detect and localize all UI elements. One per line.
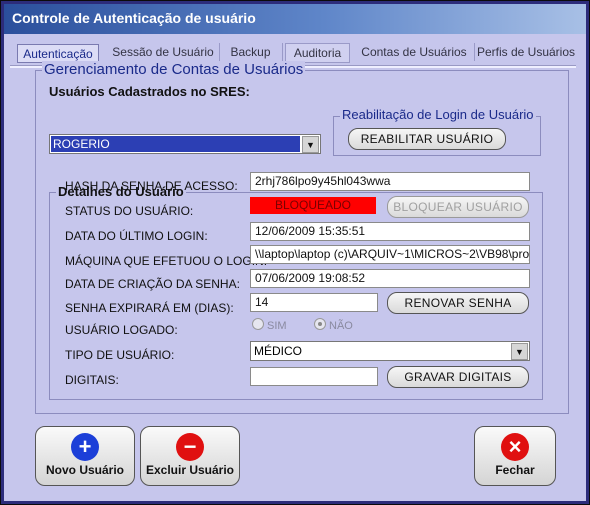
user-type-label: TIPO DE USUÁRIO:: [65, 348, 175, 362]
registered-users-label: Usuários Cadastrados no SRES:: [49, 84, 250, 99]
renew-password-button[interactable]: RENOVAR SENHA: [387, 292, 529, 314]
user-type-value: MÉDICO: [254, 344, 302, 358]
logged-no-radio[interactable]: NÃO: [314, 318, 353, 332]
last-login-field[interactable]: 12/06/2009 15:35:51: [250, 222, 530, 241]
login-machine-label: MÁQUINA QUE EFETUOU O LOGIN:: [65, 254, 268, 268]
chevron-down-icon[interactable]: ▼: [302, 136, 319, 153]
user-type-select[interactable]: MÉDICO ▼: [250, 341, 530, 361]
delete-user-button[interactable]: − Excluir Usuário: [140, 426, 240, 486]
logged-no-label: NÃO: [329, 320, 353, 332]
last-login-label: DATA DO ÚLTIMO LOGIN:: [65, 229, 208, 243]
password-created-label: DATA DE CRIAÇÃO DA SENHA:: [65, 277, 240, 291]
selected-user-value: ROGERIO: [51, 136, 300, 152]
digits-label: DIGITAIS:: [65, 373, 119, 387]
login-machine-field[interactable]: \\laptop\laptop (c)\ARQUIV~1\MICROS~2\VB…: [250, 245, 530, 264]
tab-auditoria[interactable]: Auditoria: [285, 43, 350, 63]
status-badge: BLOQUEADO: [250, 197, 376, 214]
status-label: STATUS DO USUÁRIO:: [65, 204, 194, 218]
tab-sessao-de-usuario[interactable]: Sessão de Usuário: [107, 43, 220, 61]
plus-icon: +: [71, 433, 99, 461]
block-user-button[interactable]: BLOQUEAR USUÁRIO: [387, 196, 529, 218]
login-rehab-group: Reabilitação de Login de Usuário REABILI…: [333, 107, 541, 156]
chevron-down-icon[interactable]: ▼: [511, 343, 528, 360]
new-user-label: Novo Usuário: [45, 463, 124, 477]
radio-checked-icon: [314, 318, 326, 330]
title-bar: Controle de Autenticação de usuário: [4, 4, 586, 34]
logged-yes-radio[interactable]: SIM: [252, 318, 287, 332]
tab-contas-de-usuarios[interactable]: Contas de Usuários: [354, 43, 475, 61]
new-user-button[interactable]: + Novo Usuário: [35, 426, 135, 486]
delete-user-label: Excluir Usuário: [145, 463, 235, 477]
login-rehab-title: Reabilitação de Login de Usuário: [340, 107, 536, 122]
logged-yes-label: SIM: [267, 320, 287, 332]
hash-field[interactable]: 2rhj786lpo9y45hl043wwa: [250, 172, 530, 191]
logged-in-label: USUÁRIO LOGADO:: [65, 323, 178, 337]
record-digits-button[interactable]: GRAVAR DIGITAIS: [387, 366, 529, 388]
app-window: Controle de Autenticação de usuário Aute…: [0, 0, 590, 505]
close-button[interactable]: × Fechar: [474, 426, 556, 486]
close-label: Fechar: [495, 463, 535, 477]
rehabilitate-user-button[interactable]: REABILITAR USUÁRIO: [348, 128, 506, 150]
hash-label: HASH DA SENHA DE ACESSO:: [65, 179, 238, 193]
tab-perfis-de-usuarios[interactable]: Perfis de Usuários: [476, 43, 576, 61]
password-expire-label: SENHA EXPIRARÁ EM (DIAS):: [65, 301, 234, 315]
close-icon: ×: [501, 433, 529, 461]
tab-backup[interactable]: Backup: [219, 43, 283, 61]
window-title: Controle de Autenticação de usuário: [12, 10, 256, 26]
accounts-management-title: Gerenciamento de Contas de Usuários: [42, 61, 306, 78]
password-created-field[interactable]: 07/06/2009 19:08:52: [250, 269, 530, 288]
password-expire-field[interactable]: 14: [250, 293, 378, 312]
minus-icon: −: [176, 433, 204, 461]
radio-unchecked-icon: [252, 318, 264, 330]
registered-users-select[interactable]: ROGERIO ▼: [49, 134, 321, 154]
digits-field[interactable]: [250, 367, 378, 386]
